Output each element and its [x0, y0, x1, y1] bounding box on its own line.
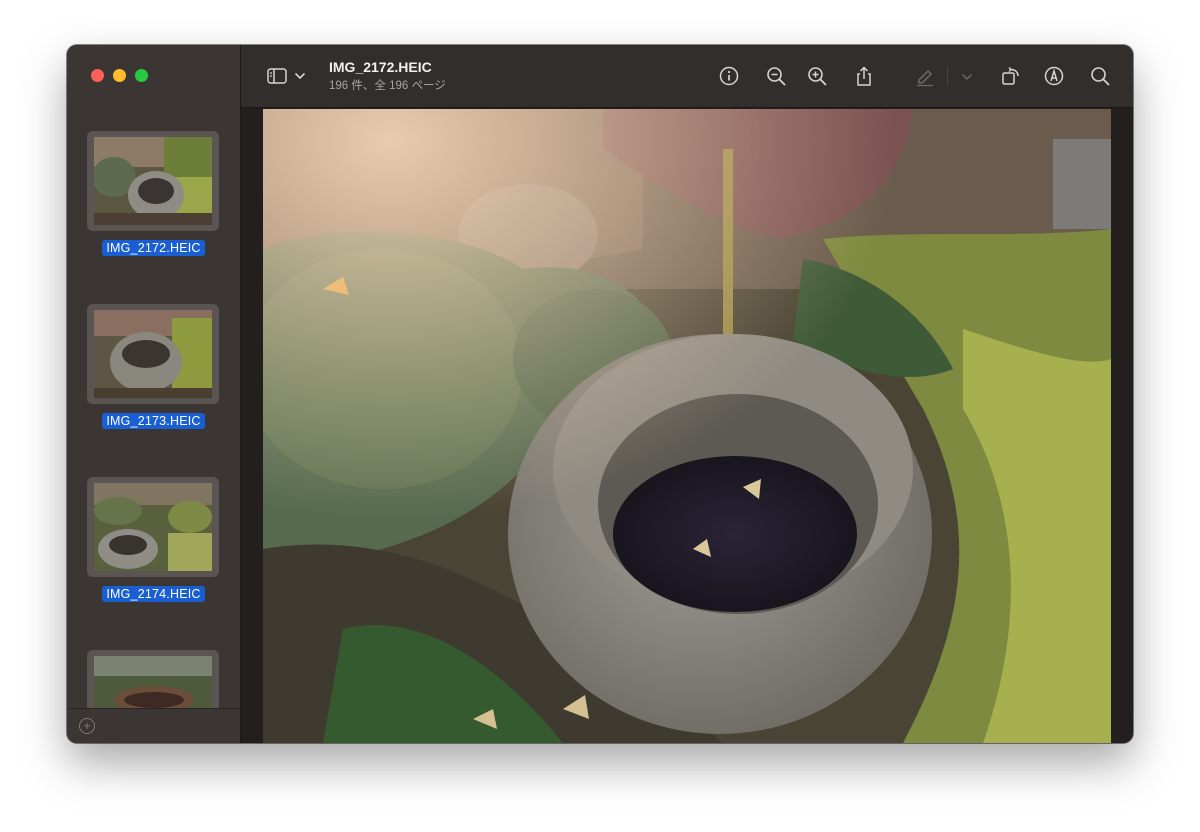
sidebar-footer: + — [67, 708, 240, 743]
sidebar: IMG_2172.HEIC IMG_2173.HEIC IMG_2174.HEI… — [67, 45, 241, 743]
thumbnail-label[interactable]: IMG_2172.HEIC — [102, 240, 205, 256]
chevron-down-icon[interactable] — [293, 65, 307, 87]
title-block: IMG_2172.HEIC 196 件、全 196 ページ — [329, 59, 446, 93]
preview-window: IMG_2172.HEIC IMG_2173.HEIC IMG_2174.HEI… — [67, 45, 1133, 743]
zoom-out-icon[interactable] — [765, 65, 787, 87]
document-title[interactable]: IMG_2172.HEIC — [329, 59, 446, 75]
thumbnail-frame[interactable] — [87, 131, 219, 231]
thumbnail-image[interactable] — [94, 137, 212, 225]
toolbar: IMG_2172.HEIC 196 件、全 196 ページ — [241, 45, 1133, 108]
thumbnail-label[interactable]: IMG_2173.HEIC — [102, 413, 205, 429]
thumbnail-label[interactable]: IMG_2174.HEIC — [102, 586, 205, 602]
document-view[interactable] — [241, 108, 1133, 743]
minimize-button[interactable] — [113, 69, 126, 82]
info-icon[interactable] — [718, 65, 740, 87]
rotate-icon[interactable] — [1000, 65, 1022, 87]
photo-image[interactable] — [263, 109, 1111, 743]
page-count: 196 件、全 196 ページ — [329, 80, 446, 92]
thumbnail-frame[interactable] — [87, 650, 219, 709]
thumbnail-frame[interactable] — [87, 304, 219, 404]
chevron-down-icon[interactable] — [960, 65, 974, 87]
thumbnail-image[interactable] — [94, 656, 212, 709]
search-icon[interactable] — [1089, 65, 1111, 87]
thumbnail-list[interactable]: IMG_2172.HEIC IMG_2173.HEIC IMG_2174.HEI… — [67, 129, 240, 709]
maximize-button[interactable] — [135, 69, 148, 82]
thumbnail-image[interactable] — [94, 310, 212, 398]
toolbar-divider — [947, 67, 948, 85]
annotate-icon[interactable] — [1043, 65, 1065, 87]
close-button[interactable] — [91, 69, 104, 82]
markup-pen-icon[interactable] — [914, 65, 936, 87]
add-page-button[interactable]: + — [79, 718, 95, 734]
share-icon[interactable] — [853, 65, 875, 87]
thumbnail-frame[interactable] — [87, 477, 219, 577]
zoom-in-icon[interactable] — [806, 65, 828, 87]
thumbnail-image[interactable] — [94, 483, 212, 571]
window-controls — [91, 69, 148, 82]
sidebar-toggle-icon[interactable] — [266, 65, 288, 87]
